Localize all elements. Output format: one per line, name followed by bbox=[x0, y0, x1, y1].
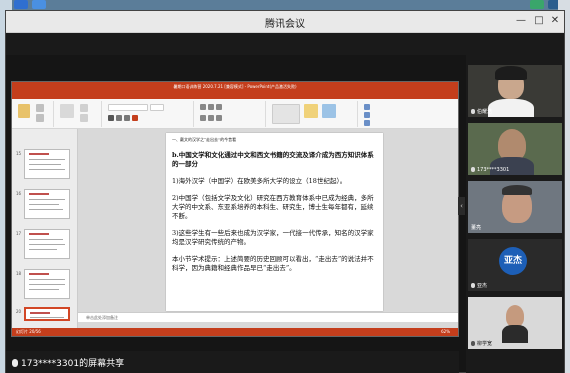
ribbon-group-clipboard bbox=[14, 101, 54, 127]
slide-counter: 幻灯片 20/56 bbox=[16, 329, 41, 334]
participant-tile[interactable]: 柳学宽 bbox=[468, 297, 562, 349]
participant-video bbox=[502, 325, 528, 343]
collapse-panel-icon[interactable]: ‹ bbox=[458, 197, 465, 215]
mic-icon bbox=[471, 167, 475, 172]
participant-avatar: 亚杰 bbox=[499, 247, 527, 275]
numbering-icon[interactable] bbox=[208, 104, 214, 110]
font-color-icon[interactable] bbox=[132, 115, 138, 121]
participant-tile[interactable]: 董亮 bbox=[468, 181, 562, 233]
ribbon-group-font bbox=[104, 101, 194, 127]
participant-video bbox=[495, 66, 527, 80]
desktop-taskbar bbox=[0, 0, 570, 10]
paste-icon[interactable] bbox=[18, 104, 30, 118]
meeting-window: 腾讯会议 — □ ✕ 暑期口语训练营 2020.7.21 [兼容模式] - Po… bbox=[5, 10, 565, 373]
slide-number: 18 bbox=[16, 271, 22, 276]
quick-styles-icon[interactable] bbox=[322, 104, 336, 118]
notes-pane[interactable]: 单击此处添加备注 bbox=[78, 312, 458, 322]
font-size-select[interactable] bbox=[150, 104, 164, 111]
slide-thumbnails: 15 16 17 18 20 bbox=[12, 129, 78, 328]
current-slide[interactable]: 一、戴文的汉学之“走出去”的今昔看 b.中国文学和文化通过中文和西文书籍的交流及… bbox=[166, 133, 383, 311]
ppt-status-bar: 幻灯片 20/56 62% bbox=[12, 328, 458, 336]
meeting-top-area bbox=[6, 33, 564, 55]
participant-name: 伯耀浩 bbox=[471, 108, 492, 115]
participant-video bbox=[506, 305, 524, 327]
ribbon-group-drawing bbox=[268, 101, 358, 127]
underline-icon[interactable] bbox=[124, 115, 130, 121]
font-name-select[interactable] bbox=[108, 104, 148, 111]
desktop-app-icon[interactable] bbox=[32, 0, 46, 9]
indent-icon[interactable] bbox=[216, 104, 222, 110]
ppt-ribbon-tabs: 文件 开始 插入 设计 切换 动画 幻灯片放映 审阅 视图 加载项 bbox=[12, 91, 458, 109]
title-bar: 腾讯会议 — □ ✕ bbox=[6, 11, 564, 33]
slide-editor: 一、戴文的汉学之“走出去”的今昔看 b.中国文学和文化通过中文和西文书籍的交流及… bbox=[78, 129, 458, 328]
layout-icon[interactable] bbox=[80, 104, 88, 112]
align-center-icon[interactable] bbox=[208, 115, 214, 121]
slide-paragraph: 本小节学术提示：上述简要的历史回顾可以看出，“走出去”的说法并不科学，因为典籍和… bbox=[172, 255, 374, 272]
ppt-ribbon bbox=[12, 99, 458, 129]
participant-name: 173****3301 bbox=[471, 167, 509, 173]
slide-thumbnail[interactable] bbox=[24, 149, 70, 179]
copy-icon[interactable] bbox=[36, 114, 44, 122]
mic-icon bbox=[471, 283, 475, 288]
mic-icon bbox=[471, 341, 475, 346]
ribbon-group-paragraph bbox=[196, 101, 266, 127]
shapes-gallery[interactable] bbox=[272, 104, 300, 124]
mic-icon bbox=[471, 109, 475, 114]
replace-icon[interactable] bbox=[364, 112, 370, 118]
maximize-icon[interactable]: □ bbox=[532, 14, 546, 28]
screen: 腾讯会议 — □ ✕ 暑期口语训练营 2020.7.21 [兼容模式] - Po… bbox=[0, 0, 570, 373]
participant-video bbox=[502, 185, 532, 195]
align-left-icon[interactable] bbox=[200, 115, 206, 121]
new-slide-icon[interactable] bbox=[60, 104, 74, 118]
bullets-icon[interactable] bbox=[200, 104, 206, 110]
slide-paragraph: 2)中国学（包括文学及文化）研究在西方教育体系中已成为经典，多所大学的中文系、东… bbox=[172, 194, 374, 220]
participant-name: 董亮 bbox=[471, 225, 482, 231]
cut-icon[interactable] bbox=[36, 104, 44, 112]
reset-icon[interactable] bbox=[80, 114, 88, 122]
slide-paragraph: 3)这些学生有一些后来也成为汉学家，一代接一代传承，知名的汉学家均是汉学研究传统… bbox=[172, 229, 374, 246]
desktop-app-icon[interactable] bbox=[14, 0, 28, 9]
align-right-icon[interactable] bbox=[216, 115, 222, 121]
zoom-level[interactable]: 62% bbox=[441, 328, 450, 336]
participant-list: 伯耀浩 173****3301 董亮 亚杰 亚杰 柳学宽 bbox=[466, 55, 564, 373]
ribbon-group-editing bbox=[360, 101, 420, 127]
participant-name: 柳学宽 bbox=[471, 340, 492, 347]
screen-share-label: 173****3301的屏幕共享 bbox=[12, 356, 124, 369]
ppt-title-bar: 暑期口语训练营 2020.7.21 [兼容模式] - PowerPoint(产品… bbox=[12, 82, 458, 91]
bold-icon[interactable] bbox=[108, 115, 114, 121]
participant-video bbox=[488, 99, 534, 117]
participant-name: 亚杰 bbox=[471, 282, 487, 289]
slide-number: 15 bbox=[16, 151, 22, 156]
slide-number: 17 bbox=[16, 231, 22, 236]
bottom-bar: 173****3301的屏幕共享 bbox=[6, 351, 459, 373]
select-icon[interactable] bbox=[364, 120, 370, 126]
slide-paragraph: b.中国文学和文化通过中文和西文书籍的交流及译介成为西方知识体系的一部分 bbox=[172, 151, 374, 168]
slide-paragraph: 1)海外汉学（中国学）在欧美多所大学的设立（18世纪起）。 bbox=[172, 177, 347, 185]
desktop-app-icon[interactable] bbox=[530, 0, 544, 9]
slide-thumbnail[interactable] bbox=[24, 269, 70, 299]
slide-thumbnail[interactable] bbox=[24, 189, 70, 219]
slide-number: 20 bbox=[16, 309, 22, 314]
participant-tile[interactable]: 173****3301 bbox=[468, 123, 562, 175]
arrange-icon[interactable] bbox=[304, 104, 318, 118]
participant-tile[interactable]: 伯耀浩 bbox=[468, 65, 562, 117]
find-icon[interactable] bbox=[364, 104, 370, 110]
slide-thumbnail[interactable] bbox=[24, 229, 70, 259]
slide-number: 16 bbox=[16, 191, 22, 196]
minimize-icon[interactable]: — bbox=[514, 14, 528, 28]
italic-icon[interactable] bbox=[116, 115, 122, 121]
slide-thumbnail-selected[interactable] bbox=[24, 307, 70, 321]
mic-icon bbox=[12, 359, 18, 367]
close-icon[interactable]: ✕ bbox=[548, 14, 562, 28]
ribbon-group-slides bbox=[56, 101, 102, 127]
participant-tile[interactable]: 亚杰 亚杰 bbox=[468, 239, 562, 291]
window-title: 腾讯会议 bbox=[265, 19, 305, 30]
slide-header: 一、戴文的汉学之“走出去”的今昔看 bbox=[172, 137, 237, 142]
shared-screen: 暑期口语训练营 2020.7.21 [兼容模式] - PowerPoint(产品… bbox=[11, 81, 459, 337]
